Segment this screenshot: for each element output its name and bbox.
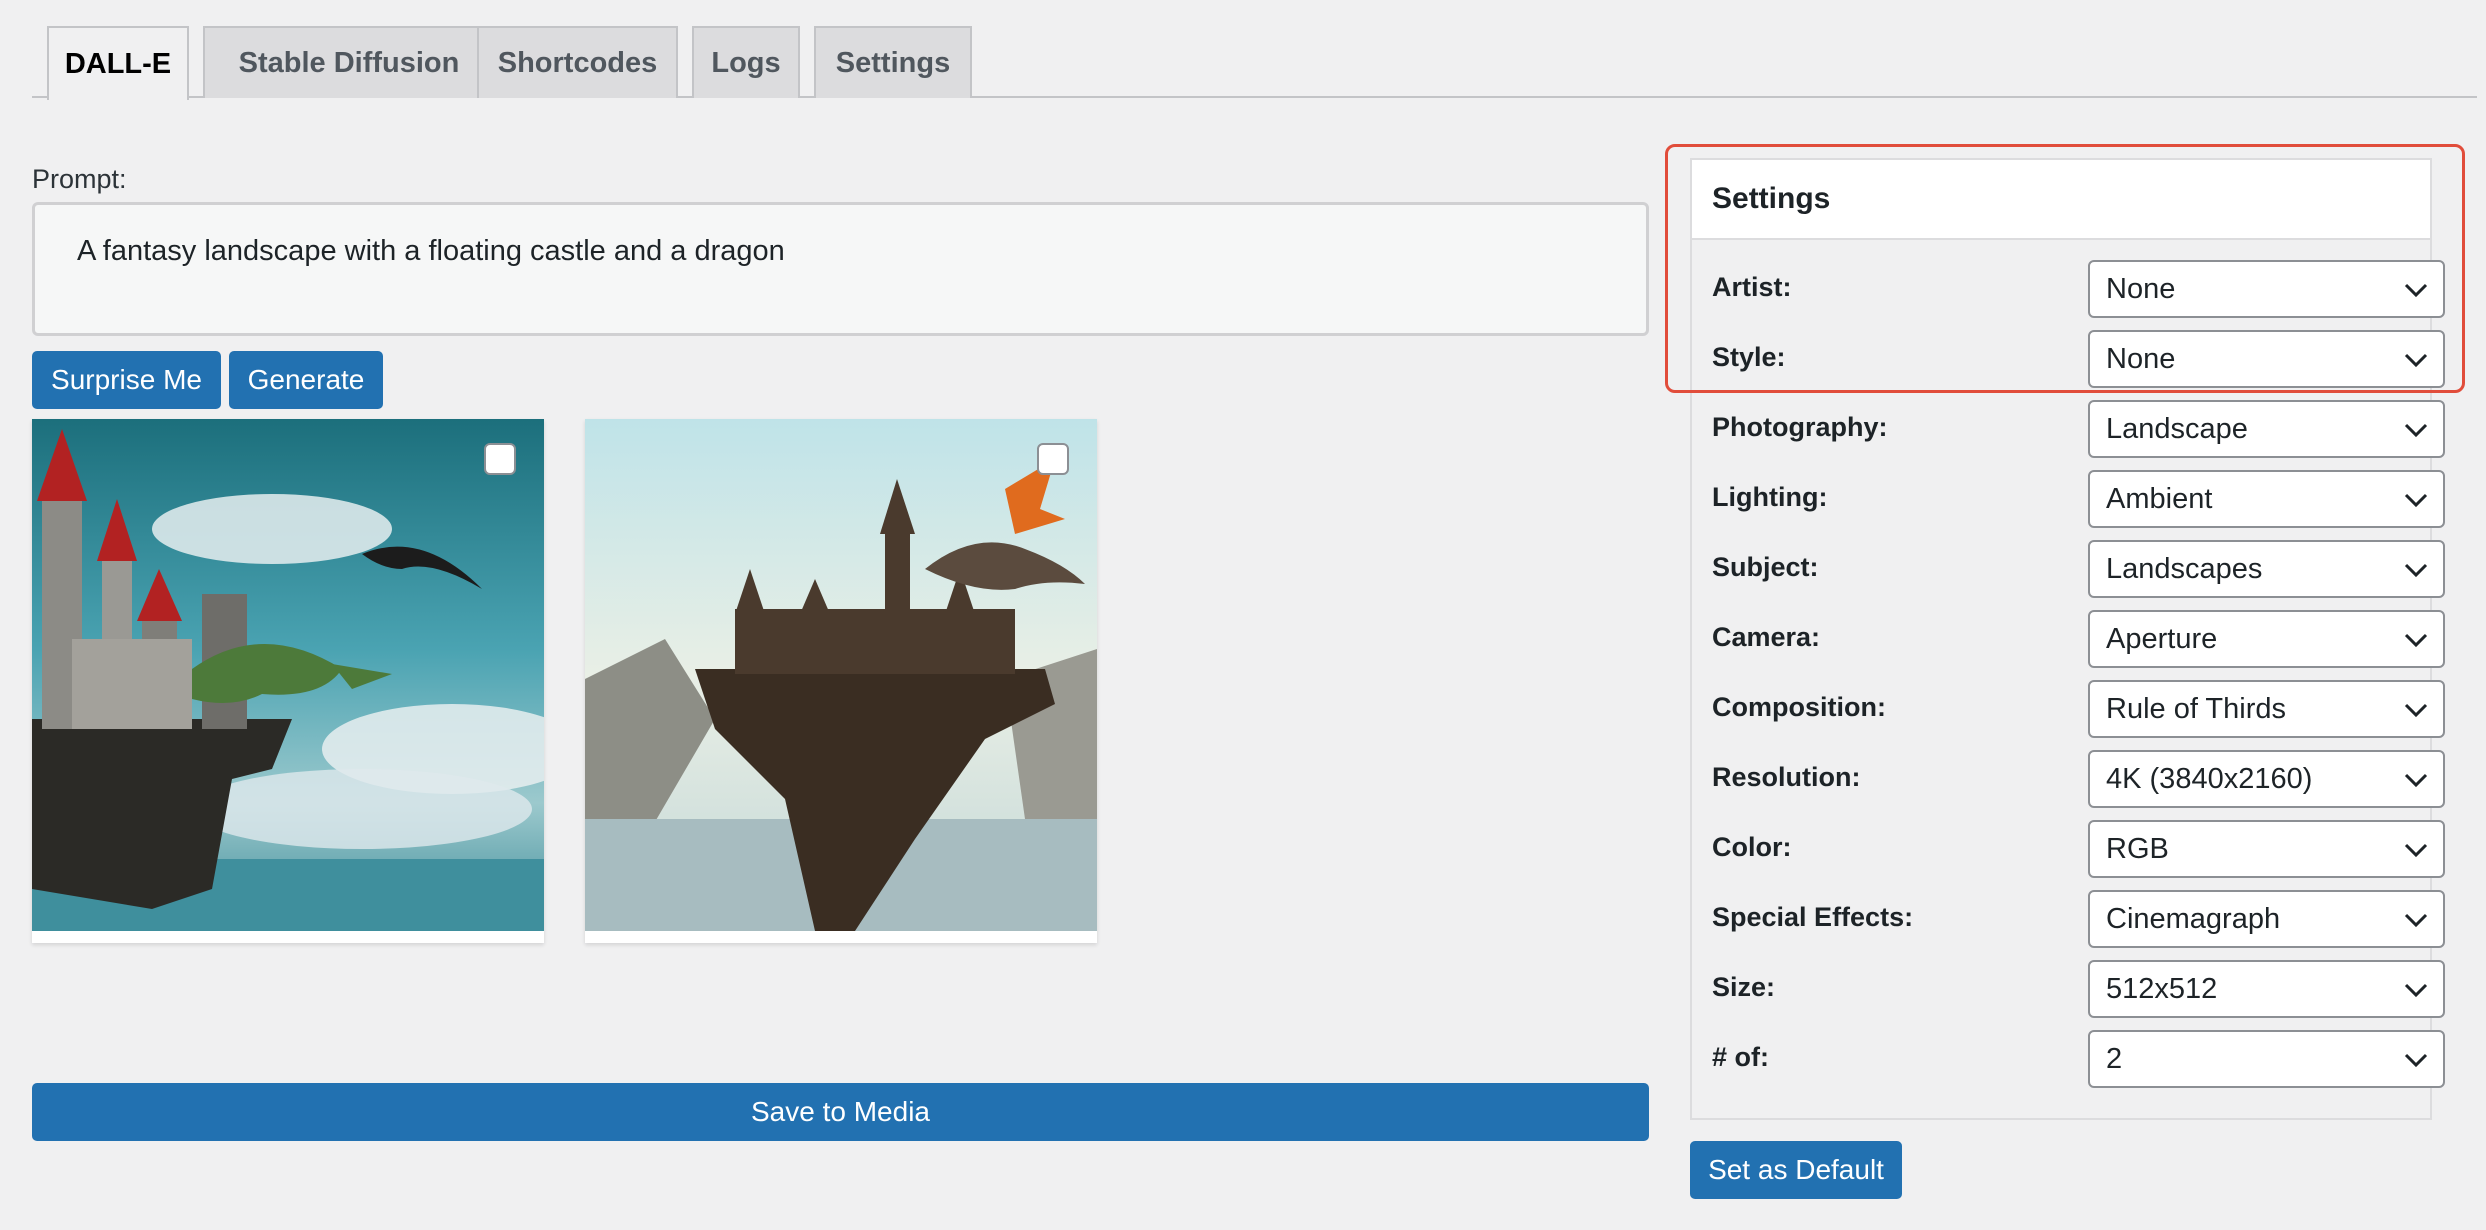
resolution-select-value: 4K (3840x2160): [2106, 762, 2313, 795]
chevron-down-icon: [2404, 493, 2428, 508]
chevron-down-icon: [2404, 423, 2428, 438]
setting-row-subject: Subject: Landscapes: [1692, 540, 2445, 600]
chevron-down-icon: [2404, 913, 2428, 928]
camera-select[interactable]: Aperture: [2088, 610, 2445, 668]
setting-row-artist: Artist: None: [1692, 260, 2445, 320]
size-select[interactable]: 512x512: [2088, 960, 2445, 1018]
setting-label-subject: Subject:: [1712, 552, 1819, 582]
tab-dall-e[interactable]: DALL-E: [47, 26, 189, 100]
lighting-select-value: Ambient: [2106, 482, 2213, 515]
setting-row-composition: Composition: Rule of Thirds: [1692, 680, 2445, 740]
camera-select-value: Aperture: [2106, 622, 2218, 655]
special-effects-select-value: Cinemagraph: [2106, 902, 2281, 935]
setting-label-special-effects: Special Effects:: [1712, 902, 1914, 932]
color-select[interactable]: RGB: [2088, 820, 2445, 878]
color-select-value: RGB: [2106, 832, 2169, 865]
size-select-value: 512x512: [2106, 972, 2218, 1005]
chevron-down-icon: [2404, 563, 2428, 578]
setting-row-size: Size: 512x512: [1692, 960, 2445, 1020]
chevron-down-icon: [2404, 843, 2428, 858]
composition-select-value: Rule of Thirds: [2106, 692, 2286, 725]
tab-stable-diffusion[interactable]: Stable Diffusion: [203, 26, 495, 98]
subject-select[interactable]: Landscapes: [2088, 540, 2445, 598]
setting-row-color: Color: RGB: [1692, 820, 2445, 880]
style-select-value: None: [2106, 342, 2176, 375]
resolution-select[interactable]: 4K (3840x2160): [2088, 750, 2445, 808]
save-to-media-button[interactable]: Save to Media: [32, 1083, 1649, 1141]
image-1-checkbox[interactable]: [484, 443, 516, 475]
chevron-down-icon: [2404, 353, 2428, 368]
setting-row-resolution: Resolution: 4K (3840x2160): [1692, 750, 2445, 810]
setting-label-artist: Artist:: [1712, 272, 1792, 302]
setting-row-special-effects: Special Effects: Cinemagraph: [1692, 890, 2445, 950]
setting-label-color: Color:: [1712, 832, 1792, 862]
settings-panel-title: Settings: [1692, 160, 2430, 240]
prompt-textarea[interactable]: A fantasy landscape with a floating cast…: [32, 202, 1649, 336]
tab-bar: DALL-E Stable Diffusion Shortcodes Logs …: [32, 0, 2477, 100]
chevron-down-icon: [2404, 703, 2428, 718]
chevron-down-icon: [2404, 773, 2428, 788]
chevron-down-icon: [2404, 283, 2428, 298]
setting-label-size: Size:: [1712, 972, 1776, 1002]
setting-label-composition: Composition:: [1712, 692, 1886, 722]
style-select[interactable]: None: [2088, 330, 2445, 388]
generated-image-card-1[interactable]: [32, 419, 544, 943]
setting-label-style: Style:: [1712, 342, 1786, 372]
artist-select[interactable]: None: [2088, 260, 2445, 318]
count-select[interactable]: 2: [2088, 1030, 2445, 1088]
setting-label-photography: Photography:: [1712, 412, 1888, 442]
settings-panel: Settings Artist: None Style: None Photog…: [1690, 158, 2445, 1120]
setting-row-camera: Camera: Aperture: [1692, 610, 2445, 670]
composition-select[interactable]: Rule of Thirds: [2088, 680, 2445, 738]
generate-button[interactable]: Generate: [229, 351, 383, 409]
artist-select-value: None: [2106, 272, 2176, 305]
photography-select[interactable]: Landscape: [2088, 400, 2445, 458]
chevron-down-icon: [2404, 983, 2428, 998]
setting-label-camera: Camera:: [1712, 622, 1821, 652]
image-2-checkbox[interactable]: [1037, 443, 1069, 475]
special-effects-select[interactable]: Cinemagraph: [2088, 890, 2445, 948]
subject-select-value: Landscapes: [2106, 552, 2263, 585]
generated-castle-dragon-image-1: [32, 419, 544, 931]
setting-row-photography: Photography: Landscape: [1692, 400, 2445, 460]
setting-label-lighting: Lighting:: [1712, 482, 1828, 512]
set-as-default-button[interactable]: Set as Default: [1690, 1141, 1902, 1199]
setting-row-style: Style: None: [1692, 330, 2445, 390]
setting-label-resolution: Resolution:: [1712, 762, 1861, 792]
photography-select-value: Landscape: [2106, 412, 2248, 445]
generated-image-card-2[interactable]: [585, 419, 1097, 943]
tab-settings[interactable]: Settings: [814, 26, 972, 98]
tab-logs[interactable]: Logs: [692, 26, 800, 98]
tab-shortcodes[interactable]: Shortcodes: [477, 26, 678, 98]
chevron-down-icon: [2404, 633, 2428, 648]
lighting-select[interactable]: Ambient: [2088, 470, 2445, 528]
surprise-me-button[interactable]: Surprise Me: [32, 351, 221, 409]
setting-label-count: # of:: [1712, 1042, 1769, 1072]
setting-row-lighting: Lighting: Ambient: [1692, 470, 2445, 530]
setting-row-count: # of: 2: [1692, 1030, 2445, 1090]
prompt-label: Prompt:: [32, 164, 127, 194]
chevron-down-icon: [2404, 1053, 2428, 1068]
generated-castle-dragon-image-2: [585, 419, 1097, 931]
count-select-value: 2: [2106, 1042, 2123, 1075]
